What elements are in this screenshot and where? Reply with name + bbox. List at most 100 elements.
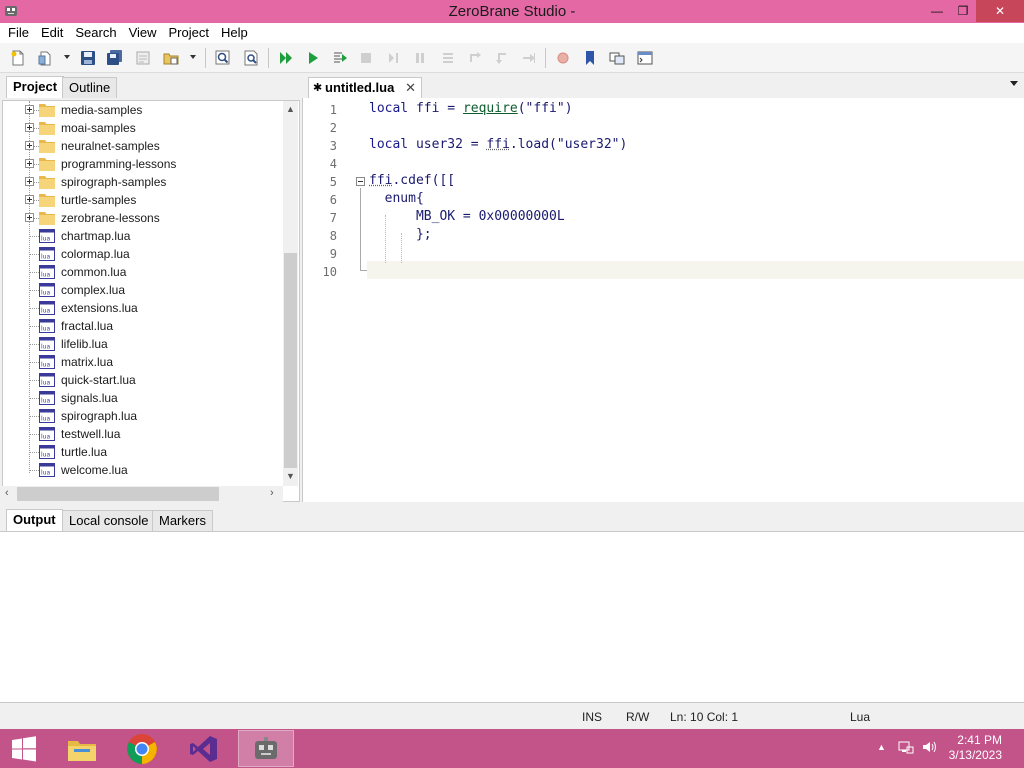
output-area[interactable] <box>0 531 1024 703</box>
open-file-icon[interactable] <box>37 49 55 67</box>
tab-untitled-lua[interactable]: ✱ untitled.lua ✕ <box>308 77 422 98</box>
tree-folder-item[interactable]: programming-lessons <box>3 155 283 173</box>
tree-folder-item[interactable]: neuralnet-samples <box>3 137 283 155</box>
line-number: 3 <box>329 139 337 153</box>
browse-icon[interactable] <box>162 49 180 67</box>
menu-edit[interactable]: Edit <box>35 23 69 43</box>
step-into-icon[interactable] <box>439 49 457 67</box>
folder-icon <box>39 140 55 153</box>
tree-file-item[interactable]: lua colormap.lua <box>3 245 283 263</box>
tree-file-item[interactable]: lua complex.lua <box>3 281 283 299</box>
step-over-icon[interactable] <box>385 49 403 67</box>
scroll-down-icon[interactable]: ▼ <box>286 471 295 481</box>
line-number: 2 <box>329 121 337 135</box>
browse-dropdown-icon[interactable] <box>190 55 196 59</box>
menu-view[interactable]: View <box>123 23 163 43</box>
console-icon[interactable] <box>636 49 654 67</box>
menu-file[interactable]: File <box>2 23 35 43</box>
scratchpad-icon[interactable] <box>608 49 626 67</box>
tab-close-icon[interactable]: ✕ <box>405 78 416 98</box>
expand-icon[interactable] <box>25 195 34 204</box>
break-icon[interactable] <box>411 49 429 67</box>
find-icon[interactable] <box>214 49 232 67</box>
project-hscroll-thumb[interactable] <box>17 487 219 501</box>
new-file-icon[interactable] <box>9 49 27 67</box>
svg-text:lua: lua <box>41 236 50 243</box>
toggle-breakpoint-icon[interactable] <box>554 49 572 67</box>
windows-start-button[interactable] <box>0 730 48 767</box>
menu-project[interactable]: Project <box>163 23 215 43</box>
tree-file-item[interactable]: lua spirograph.lua <box>3 407 283 425</box>
taskbar-zerobrane-studio[interactable] <box>238 730 294 767</box>
code-line: MB_OK = 0x00000000L <box>369 209 565 224</box>
tab-project[interactable]: Project <box>6 76 65 98</box>
tab-output[interactable]: Output <box>6 509 63 531</box>
expand-icon[interactable] <box>25 177 34 186</box>
system-clock[interactable]: 2:41 PM 3/13/2023 <box>949 733 1002 763</box>
tree-file-item[interactable]: lua extensions.lua <box>3 299 283 317</box>
tree-item-label: testwell.lua <box>61 427 121 441</box>
tree-file-item[interactable]: lua chartmap.lua <box>3 227 283 245</box>
expand-icon[interactable] <box>25 213 34 222</box>
run-icon[interactable] <box>304 49 322 67</box>
tree-branch-line <box>29 290 39 291</box>
start-debugging-icon[interactable] <box>277 49 295 67</box>
tree-file-item[interactable]: lua matrix.lua <box>3 353 283 371</box>
open-dropdown-icon[interactable] <box>64 55 70 59</box>
expand-icon[interactable] <box>25 159 34 168</box>
scroll-right-icon[interactable]: › <box>270 487 274 499</box>
tree-folder-item[interactable]: moai-samples <box>3 119 283 137</box>
tree-item-label: signals.lua <box>61 391 118 405</box>
tree-file-item[interactable]: lua turtle.lua <box>3 443 283 461</box>
tab-outline[interactable]: Outline <box>62 77 118 98</box>
code-editor[interactable]: 1 local ffi = require("ffi") 2 3 local user3… <box>302 98 1024 502</box>
status-cursor-position: Ln: 10 Col: 1 <box>670 710 739 724</box>
show-hidden-icons[interactable]: ▲ <box>877 742 886 752</box>
tree-file-item[interactable]: lua testwell.lua <box>3 425 283 443</box>
tree-file-item[interactable]: lua quick-start.lua <box>3 371 283 389</box>
run-to-cursor-icon[interactable] <box>331 49 349 67</box>
tree-file-item[interactable]: lua common.lua <box>3 263 283 281</box>
tree-folder-item[interactable]: spirograph-samples <box>3 173 283 191</box>
toggle-bookmark-icon[interactable] <box>581 49 599 67</box>
tree-file-item[interactable]: lua signals.lua <box>3 389 283 407</box>
network-icon[interactable] <box>898 739 914 758</box>
tree-file-item[interactable]: lua lifelib.lua <box>3 335 283 353</box>
find-in-files-icon[interactable] <box>242 49 260 67</box>
volume-icon[interactable] <box>921 739 937 758</box>
save-icon[interactable] <box>79 49 97 67</box>
save-all-icon[interactable] <box>106 49 124 67</box>
close-button[interactable]: ✕ <box>976 0 1024 22</box>
trace-icon[interactable] <box>520 49 538 67</box>
project-vscroll-thumb[interactable] <box>284 253 297 468</box>
menu-help[interactable]: Help <box>215 23 254 43</box>
tab-list-dropdown-icon[interactable] <box>1010 81 1018 86</box>
fold-guide-line <box>360 188 361 270</box>
expand-icon[interactable] <box>25 105 34 114</box>
tree-folder-item[interactable]: zerobrane-lessons <box>3 209 283 227</box>
tree-folder-item[interactable]: turtle-samples <box>3 191 283 209</box>
tree-file-item[interactable]: lua welcome.lua <box>3 461 283 479</box>
expand-icon[interactable] <box>25 123 34 132</box>
project-directory-icon[interactable] <box>134 49 152 67</box>
taskbar-file-explorer[interactable] <box>54 730 110 767</box>
tab-local-console[interactable]: Local console <box>62 510 156 531</box>
menu-search[interactable]: Search <box>69 23 122 43</box>
lua-file-icon: lua <box>39 337 55 351</box>
tree-file-item[interactable]: lua fractal.lua <box>3 317 283 335</box>
scroll-left-icon[interactable]: ‹ <box>5 487 9 499</box>
tab-markers[interactable]: Markers <box>152 510 213 531</box>
tree-folder-item[interactable]: media-samples <box>3 101 283 119</box>
project-vertical-scrollbar[interactable]: ▲ ▼ <box>283 101 298 486</box>
svg-text:lua: lua <box>41 344 50 351</box>
taskbar-visual-studio[interactable] <box>176 730 232 767</box>
scroll-up-icon[interactable]: ▲ <box>286 104 295 114</box>
project-horizontal-scrollbar[interactable]: ‹ › <box>2 486 283 502</box>
taskbar-chrome[interactable] <box>114 730 170 767</box>
stop-icon[interactable] <box>357 49 375 67</box>
fold-toggle-icon[interactable] <box>356 177 365 186</box>
step-out-icon[interactable] <box>466 49 484 67</box>
expand-icon[interactable] <box>25 141 34 150</box>
restore-button[interactable]: ❐ <box>948 0 978 22</box>
step-into-line-icon[interactable] <box>493 49 511 67</box>
